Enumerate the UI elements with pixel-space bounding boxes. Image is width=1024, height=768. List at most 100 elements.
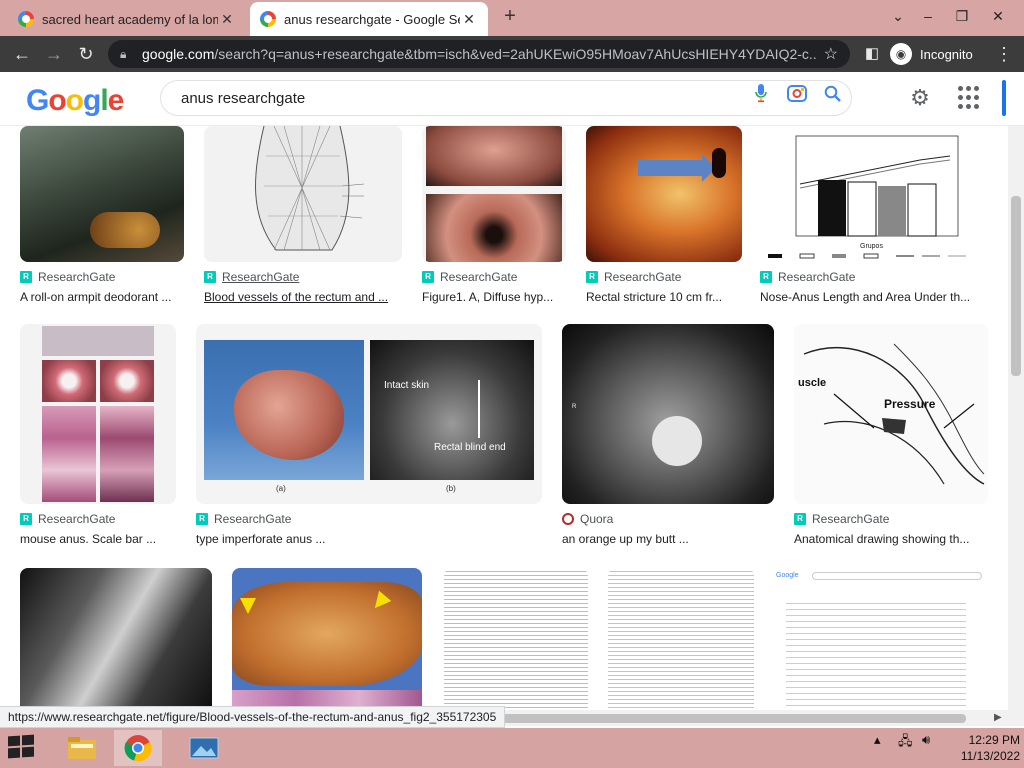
photos-taskbar-icon[interactable] <box>180 730 228 766</box>
result-card[interactable]: Grupos R ResearchGate Nose-Anus Length an… <box>760 126 988 304</box>
google-logo[interactable]: Google <box>26 84 124 118</box>
forward-arrow-icon[interactable]: → <box>40 40 68 68</box>
result-source[interactable]: R ResearchGate <box>196 512 291 526</box>
file-explorer-icon[interactable] <box>58 730 106 766</box>
link-status-bubble: https://www.researchgate.net/figure/Bloo… <box>0 706 506 728</box>
result-card[interactable]: Pressure uscle R ResearchGate Anatomical … <box>794 324 988 548</box>
source-name: ResearchGate <box>604 270 682 284</box>
vertical-scrollbar[interactable] <box>1008 126 1024 710</box>
back-arrow-icon[interactable]: ← <box>8 40 36 68</box>
result-card[interactable] <box>608 568 754 710</box>
result-caption[interactable]: an orange up my butt ... <box>562 532 774 546</box>
result-card[interactable] <box>232 568 422 710</box>
result-caption[interactable]: Rectal stricture 10 cm fr... <box>586 290 742 304</box>
tab-sacred-heart[interactable]: sacred heart academy of la loma ✕ <box>8 2 246 36</box>
google-favicon-icon <box>18 11 34 27</box>
tab-google-search[interactable]: anus researchgate - Google Sear ✕ <box>250 2 488 36</box>
result-thumbnail[interactable]: Pressure uscle <box>794 324 988 504</box>
result-caption[interactable]: mouse anus. Scale bar ... <box>20 532 176 546</box>
result-thumbnail[interactable] <box>20 126 184 262</box>
windows-start-icon[interactable] <box>8 734 36 760</box>
result-caption[interactable]: Blood vessels of the rectum and ... <box>204 290 402 304</box>
google-header: Google ⚙ <box>0 72 1024 126</box>
address-url[interactable]: google.com/search?q=anus+researchgate&tb… <box>142 46 816 62</box>
close-window-button[interactable]: ✕ <box>984 3 1012 29</box>
researchgate-icon: R <box>760 271 772 283</box>
result-source[interactable]: R ResearchGate <box>422 270 517 284</box>
result-source[interactable]: Quora <box>562 512 613 526</box>
result-caption[interactable]: A roll-on armpit deodorant ... <box>20 290 184 304</box>
result-thumbnail[interactable]: Google <box>772 568 988 710</box>
clock-time: 12:29 PM <box>968 733 1020 747</box>
network-icon[interactable]: 🖧︎ <box>898 732 913 754</box>
result-caption[interactable]: Figure1. A, Diffuse hyp... <box>422 290 566 304</box>
result-thumbnail[interactable]: R <box>562 324 774 504</box>
quora-icon <box>562 513 574 525</box>
search-icon[interactable] <box>815 81 851 115</box>
incognito-badge[interactable]: ◉ Incognito <box>890 41 973 67</box>
result-thumbnail[interactable] <box>20 568 212 710</box>
result-thumbnail[interactable] <box>20 324 176 504</box>
result-card[interactable]: R ResearchGate Rectal stricture 10 cm fr.… <box>586 126 742 304</box>
result-card[interactable]: Intact skin Rectal blind end (a) (b) R Re… <box>196 324 542 548</box>
result-source[interactable]: R ResearchGate <box>20 270 115 284</box>
image-label: Intact skin <box>384 380 430 391</box>
address-bar[interactable]: 🔒︎ google.com/search?q=anus+researchgate… <box>108 40 850 68</box>
source-name: ResearchGate <box>440 270 518 284</box>
chrome-taskbar-icon[interactable] <box>114 730 162 766</box>
settings-gear-icon[interactable]: ⚙ <box>906 84 934 112</box>
image-results-grid: R ResearchGate A roll-on armpit deodorant… <box>0 126 1008 710</box>
result-thumbnail[interactable] <box>444 568 588 710</box>
taskbar-clock[interactable]: 12:29 PM 11/13/2022 <box>944 732 1020 764</box>
result-caption[interactable]: Anatomical drawing showing th... <box>794 532 988 546</box>
scrollbar-thumb[interactable] <box>1011 196 1021 376</box>
tab-title: anus researchgate - Google Sear <box>284 11 460 27</box>
result-thumbnail[interactable] <box>608 568 754 710</box>
researchgate-icon: R <box>422 271 434 283</box>
result-source[interactable]: R ResearchGate <box>794 512 889 526</box>
result-caption[interactable]: type imperforate anus ... <box>196 532 542 546</box>
reload-icon[interactable]: ↻ <box>72 40 100 68</box>
minimize-button[interactable]: – <box>914 3 942 29</box>
kebab-menu-icon[interactable]: ⋮ <box>990 40 1018 68</box>
researchgate-icon: R <box>20 513 32 525</box>
result-caption[interactable]: Nose-Anus Length and Area Under th... <box>760 290 988 304</box>
microphone-icon[interactable] <box>743 81 779 115</box>
result-thumbnail[interactable] <box>204 126 402 262</box>
result-thumbnail[interactable] <box>422 126 566 262</box>
image-label: Rectal blind end <box>434 442 506 453</box>
scroll-right-arrow-icon[interactable]: ▶ <box>994 712 1002 723</box>
image-label: Google <box>776 572 799 579</box>
source-name: ResearchGate <box>812 512 890 526</box>
result-thumbnail[interactable]: Intact skin Rectal blind end (a) (b) <box>196 324 542 504</box>
tray-chevron-up-icon[interactable]: ▴ <box>874 732 881 748</box>
result-card-hovered[interactable]: R ResearchGate Blood vessels of the rectu… <box>204 126 402 304</box>
result-card[interactable]: R ResearchGate mouse anus. Scale bar ... <box>20 324 176 548</box>
result-card[interactable]: R ResearchGate A roll-on armpit deodorant… <box>20 126 184 304</box>
lens-camera-icon[interactable] <box>779 81 815 115</box>
result-source[interactable]: R ResearchGate <box>204 270 299 284</box>
result-thumbnail[interactable]: Grupos <box>760 126 988 262</box>
result-thumbnail[interactable] <box>232 568 422 710</box>
result-thumbnail[interactable] <box>586 126 742 262</box>
google-apps-icon[interactable] <box>958 86 982 110</box>
result-card[interactable] <box>444 568 588 710</box>
result-card[interactable]: R Quora an orange up my butt ... <box>562 324 774 548</box>
result-card[interactable]: Google <box>772 568 988 710</box>
close-tab-icon[interactable]: ✕ <box>218 11 236 28</box>
researchgate-icon: R <box>794 513 806 525</box>
search-input[interactable] <box>181 89 743 107</box>
bookmark-star-icon[interactable]: ☆ <box>824 44 838 64</box>
result-source[interactable]: R ResearchGate <box>20 512 115 526</box>
result-card[interactable]: R ResearchGate Figure1. A, Diffuse hyp... <box>422 126 566 304</box>
side-panel-icon[interactable]: ◧ <box>858 40 886 68</box>
volume-icon[interactable]: 🔊︎ <box>922 732 930 748</box>
tab-search-chevron-down-icon[interactable]: ⌄ <box>884 3 912 29</box>
sign-in-button-edge[interactable] <box>1002 80 1006 116</box>
result-source[interactable]: R ResearchGate <box>586 270 681 284</box>
close-tab-icon[interactable]: ✕ <box>460 11 478 28</box>
restore-button[interactable]: ❐ <box>948 3 976 29</box>
new-tab-button[interactable]: + <box>500 6 520 28</box>
result-source[interactable]: R ResearchGate <box>760 270 855 284</box>
result-card[interactable] <box>20 568 212 710</box>
